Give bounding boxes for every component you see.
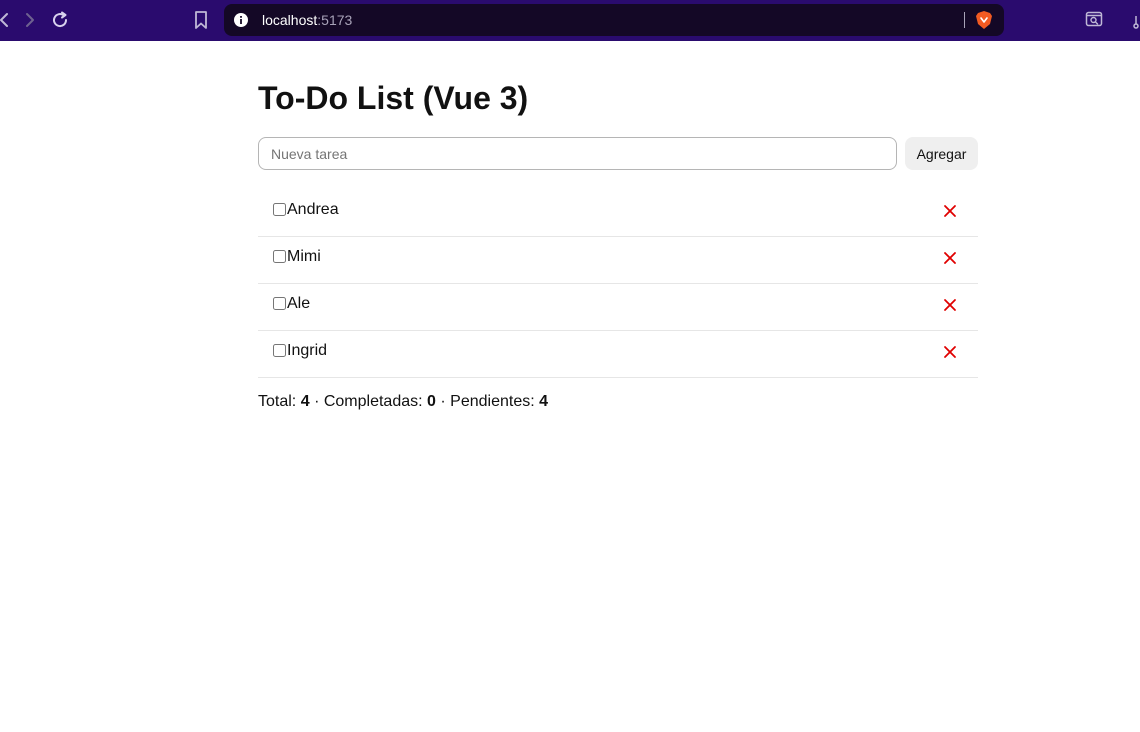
task-label: Mimi bbox=[287, 248, 321, 265]
completed-label: Completadas: bbox=[323, 393, 423, 410]
task-checkbox[interactable] bbox=[273, 344, 286, 357]
task-item: Mimi bbox=[258, 237, 978, 284]
browser-toolbar: localhost:5173 bbox=[0, 0, 1140, 41]
total-label: Total: bbox=[258, 393, 297, 410]
task-checkbox[interactable] bbox=[273, 297, 286, 310]
site-info-icon[interactable] bbox=[234, 13, 248, 27]
close-icon bbox=[944, 299, 956, 311]
delete-task-button[interactable] bbox=[938, 246, 962, 270]
reload-icon[interactable] bbox=[50, 10, 70, 30]
task-checkbox[interactable] bbox=[273, 203, 286, 216]
task-item: Ale bbox=[258, 284, 978, 331]
url-divider bbox=[964, 12, 965, 28]
total-count: 4 bbox=[300, 393, 310, 410]
close-icon bbox=[944, 205, 956, 217]
task-label: Ingrid bbox=[287, 342, 328, 359]
tab-search-icon[interactable] bbox=[1085, 10, 1103, 28]
add-task-button[interactable]: Agregar bbox=[905, 137, 978, 170]
url-text[interactable]: localhost:5173 bbox=[262, 12, 352, 28]
task-summary: Total: 4 · Completadas: 0 · Pendientes: … bbox=[258, 393, 548, 411]
task-label: Ale bbox=[287, 295, 311, 312]
delete-task-button[interactable] bbox=[938, 340, 962, 364]
task-list: Andrea Mimi Ale Ingrid bbox=[258, 190, 978, 378]
task-item: Andrea bbox=[258, 190, 978, 237]
task-checkbox[interactable] bbox=[273, 250, 286, 263]
address-bar[interactable]: localhost:5173 bbox=[224, 4, 1004, 36]
url-port: :5173 bbox=[317, 12, 353, 28]
todo-app: To-Do List (Vue 3) Agregar Andrea Mimi Ale… bbox=[258, 80, 978, 410]
url-host: localhost bbox=[262, 12, 318, 28]
pending-label: Pendientes: bbox=[450, 393, 535, 410]
new-task-form: Agregar bbox=[258, 137, 978, 171]
forward-icon[interactable] bbox=[20, 10, 40, 30]
close-icon bbox=[944, 346, 956, 358]
brave-shield-icon[interactable] bbox=[975, 10, 993, 30]
summary-separator: · bbox=[314, 393, 320, 410]
bookmark-icon[interactable] bbox=[192, 10, 210, 30]
task-item: Ingrid bbox=[258, 331, 978, 378]
extensions-icon[interactable] bbox=[1130, 12, 1140, 30]
close-icon bbox=[944, 252, 956, 264]
pending-count: 4 bbox=[539, 393, 549, 410]
completed-count: 0 bbox=[427, 393, 436, 410]
task-label: Andrea bbox=[287, 201, 339, 218]
summary-separator: · bbox=[440, 393, 446, 410]
delete-task-button[interactable] bbox=[938, 293, 962, 317]
back-icon[interactable] bbox=[0, 10, 14, 30]
new-task-input[interactable] bbox=[258, 137, 897, 170]
delete-task-button[interactable] bbox=[938, 199, 962, 223]
page-title: To-Do List (Vue 3) bbox=[258, 80, 529, 116]
